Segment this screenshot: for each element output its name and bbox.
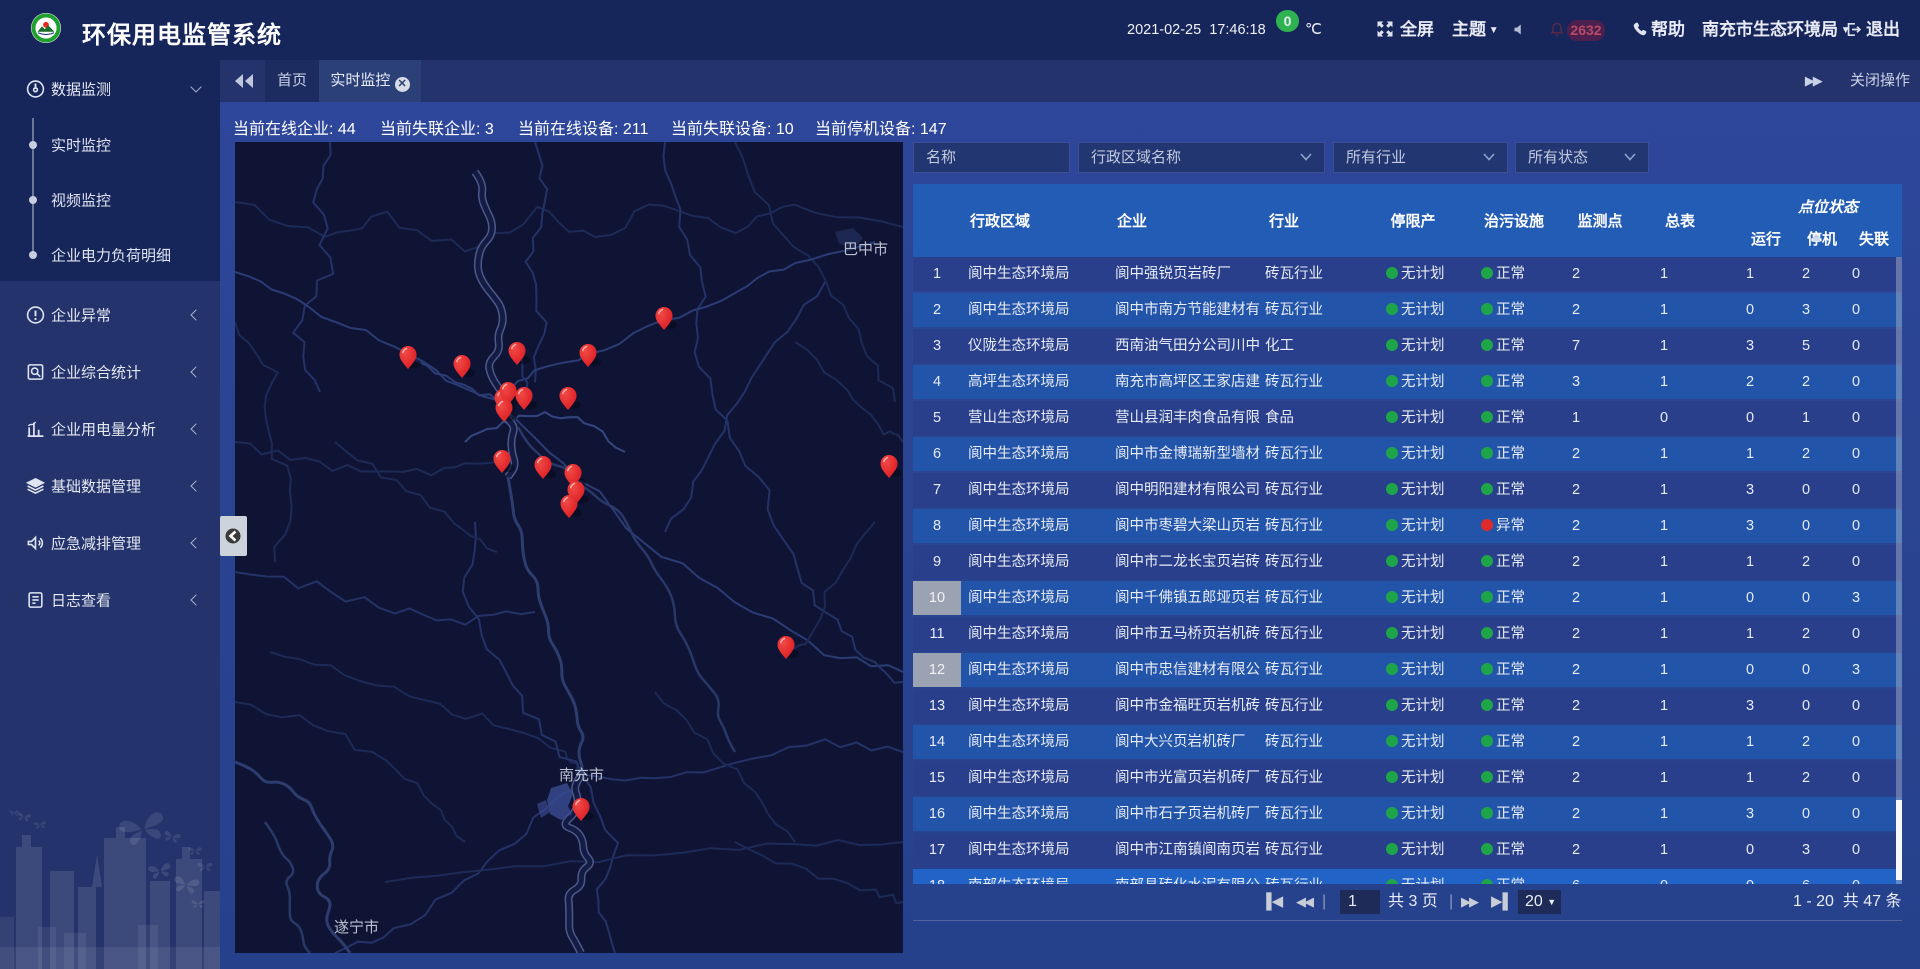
svg-text:遂宁市: 遂宁市 <box>334 919 379 936</box>
svg-text:南充市: 南充市 <box>559 767 604 784</box>
svg-text:巴中市: 巴中市 <box>843 241 888 258</box>
